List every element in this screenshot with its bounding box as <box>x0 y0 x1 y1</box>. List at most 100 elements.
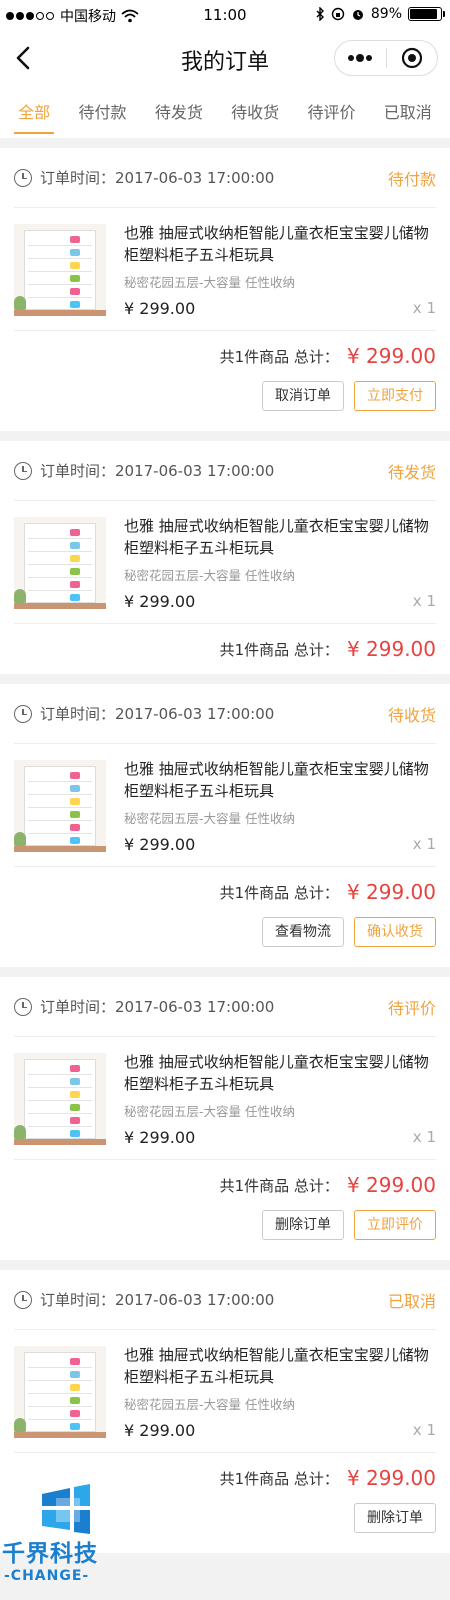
order-summary: 共1件商品 总计： ¥ 299.00 <box>14 331 436 381</box>
product-image[interactable] <box>14 517 106 609</box>
order-summary: 共1件商品 总计： ¥ 299.00 <box>14 1160 436 1210</box>
order-time: 订单时间：2017-06-03 17:00:00 <box>40 462 275 480</box>
item-price: ¥ 299.00 <box>124 592 196 611</box>
watermark-text: 千界科技 <box>2 1541 98 1567</box>
order-total: ¥ 299.00 <box>346 880 436 904</box>
plant-decoration <box>14 1125 26 1139</box>
order-time: 订单时间：2017-06-03 17:00:00 <box>40 705 275 723</box>
item-spec: 秘密花园五层-大容量 任性收纳 <box>124 1104 295 1119</box>
order-item[interactable]: 也雅 抽屉式收纳柜智能儿童衣柜宝宝婴儿储物柜塑料柜子五斗柜玩具秘密花园五层-大容… <box>14 744 436 867</box>
order-total: ¥ 299.00 <box>346 344 436 368</box>
price-row: ¥ 299.00 x 1 <box>124 1128 436 1147</box>
order-time: 订单时间：2017-06-03 17:00:00 <box>40 169 275 187</box>
order-status: 待发货 <box>387 462 436 482</box>
order-status: 已取消 <box>387 1291 436 1311</box>
order-item[interactable]: 也雅 抽屉式收纳柜智能儿童衣柜宝宝婴儿储物柜塑料柜子五斗柜玩具秘密花园五层-大容… <box>14 208 436 331</box>
clock-icon <box>14 461 32 480</box>
plant-decoration <box>14 296 26 310</box>
nav-bar: 我的订单 <box>0 30 450 88</box>
order-status: 待收货 <box>387 705 436 725</box>
cabinet-illustration <box>24 230 96 311</box>
order-action-button[interactable]: 取消订单 <box>262 381 344 411</box>
order-item[interactable]: 也雅 抽屉式收纳柜智能儿童衣柜宝宝婴儿储物柜塑料柜子五斗柜玩具 秘密花园五层-大容… <box>14 1330 436 1453</box>
item-spec: 秘密花园五层-大容量 任性收纳 <box>124 275 295 290</box>
item-name: 也雅 抽屉式收纳柜智能儿童衣柜宝宝婴儿储物柜塑料柜子五斗柜玩具 <box>124 760 429 800</box>
order-action-button[interactable]: 删除订单 <box>262 1210 344 1240</box>
watermark: 千界科技 -CHANGE- <box>0 1484 130 1600</box>
item-quantity: x 1 <box>412 835 436 853</box>
tab-1[interactable]: 待付款 <box>72 88 132 138</box>
price-row: ¥ 299.00 x 1 <box>124 1421 436 1440</box>
order-action-button[interactable]: 立即支付 <box>354 381 436 411</box>
item-info: 也雅 抽屉式收纳柜智能儿童衣柜宝宝婴儿储物柜塑料柜子五斗柜玩具 秘密花园五层-大容… <box>124 1051 436 1147</box>
item-spec: 秘密花园五层-大容量 任性收纳 <box>124 1397 295 1412</box>
product-image[interactable] <box>14 1053 106 1145</box>
plant-decoration <box>14 1418 26 1432</box>
target-icon <box>401 47 422 69</box>
order-item[interactable]: 也雅 抽屉式收纳柜智能儿童衣柜宝宝婴儿储物柜塑料柜子五斗柜玩具 秘密花园五层-大容… <box>14 1037 436 1160</box>
clock-icon <box>14 704 32 723</box>
tab-4[interactable]: 待评价 <box>301 88 361 138</box>
price-row: ¥ 299.00 x 1 <box>124 299 436 318</box>
alarm-icon <box>352 10 363 20</box>
tab-3[interactable]: 待收货 <box>225 88 285 138</box>
order-time: 订单时间：2017-06-03 17:00:00 <box>40 1291 275 1309</box>
tab-0[interactable]: 全部 <box>12 88 56 138</box>
price-row: ¥ 299.00 x 1 <box>124 592 436 611</box>
order-status: 待评价 <box>387 998 436 1018</box>
product-image[interactable] <box>14 1346 106 1438</box>
item-name: 也雅 抽屉式收纳柜智能儿童衣柜宝宝婴儿储物柜塑料柜子五斗柜玩具 <box>124 224 429 264</box>
floor <box>14 1432 106 1438</box>
logo-mark-icon <box>42 1484 90 1534</box>
tab-2[interactable]: 待发货 <box>149 88 209 138</box>
clock-icon <box>14 168 32 187</box>
item-spec: 秘密花园五层-大容量 任性收纳 <box>124 568 295 583</box>
summary-label: 共1件商品 总计： <box>219 883 339 902</box>
watermark-subtext: -CHANGE- <box>4 1568 90 1584</box>
more-button[interactable] <box>335 41 386 75</box>
floor <box>14 603 106 609</box>
order-summary: 共1件商品 总计： ¥ 299.00 <box>14 867 436 917</box>
close-miniprogram-button[interactable] <box>387 41 438 75</box>
order-action-button[interactable]: 确认收货 <box>354 917 436 947</box>
item-price: ¥ 299.00 <box>124 1128 196 1147</box>
item-spec: 秘密花园五层-大容量 任性收纳 <box>124 811 295 826</box>
order-action-button[interactable]: 立即评价 <box>354 1210 436 1240</box>
order-total: ¥ 299.00 <box>346 637 436 661</box>
order-tabs: 全部 待付款 待发货 待收货 待评价 已取消 <box>0 88 450 138</box>
order-time-row: 订单时间：2017-06-03 17:00:00 <box>14 1289 274 1310</box>
plant-decoration <box>14 589 26 603</box>
order-action-button[interactable]: 删除订单 <box>354 1503 436 1533</box>
summary-label: 共1件商品 总计： <box>219 1176 339 1195</box>
order-time-row: 订单时间：2017-06-03 17:00:00 <box>14 460 274 481</box>
battery-icon <box>408 7 445 21</box>
item-quantity: x 1 <box>412 1421 436 1439</box>
battery-percent: 89% <box>370 6 402 22</box>
item-quantity: x 1 <box>412 592 436 610</box>
item-info: 也雅 抽屉式收纳柜智能儿童衣柜宝宝婴儿储物柜塑料柜子五斗柜玩具秘密花园五层-大容… <box>124 222 436 318</box>
item-info: 也雅 抽屉式收纳柜智能儿童衣柜宝宝婴儿储物柜塑料柜子五斗柜玩具 秘密花园五层-大容… <box>124 515 436 611</box>
product-image[interactable] <box>14 760 106 852</box>
bluetooth-icon <box>316 7 324 21</box>
tab-5[interactable]: 已取消 <box>378 88 438 138</box>
clock-icon <box>14 1290 32 1309</box>
cabinet-illustration <box>24 523 96 604</box>
floor <box>14 846 106 852</box>
item-info: 也雅 抽屉式收纳柜智能儿童衣柜宝宝婴儿储物柜塑料柜子五斗柜玩具秘密花园五层-大容… <box>124 758 436 854</box>
clock-icon <box>14 997 32 1016</box>
order-card: 订单时间：2017-06-03 17:00:00 待发货也雅 抽屉式收纳柜智能儿童… <box>0 441 450 674</box>
battery-fill <box>410 9 437 19</box>
order-card: 订单时间：2017-06-03 17:00:00 待评价 也雅 抽屉式收纳柜智能儿童… <box>0 977 450 1260</box>
order-item[interactable]: 也雅 抽屉式收纳柜智能儿童衣柜宝宝婴儿储物柜塑料柜子五斗柜玩具 秘密花园五层-大容… <box>14 501 436 624</box>
summary-label: 共1件商品 总计： <box>219 640 339 659</box>
item-info: 也雅 抽屉式收纳柜智能儿童衣柜宝宝婴儿储物柜塑料柜子五斗柜玩具 秘密花园五层-大容… <box>124 1344 436 1440</box>
order-summary: 共1件商品 总计： ¥ 299.00 <box>14 624 436 674</box>
status-right: 89% <box>315 6 445 22</box>
order-total: ¥ 299.00 <box>346 1466 436 1490</box>
order-header: 订单时间：2017-06-03 17:00:00 已取消 <box>14 1270 436 1330</box>
cabinet-illustration <box>24 1352 96 1433</box>
mini-program-capsule <box>334 40 438 76</box>
more-icon <box>348 54 373 62</box>
order-action-button[interactable]: 查看物流 <box>262 917 344 947</box>
product-image[interactable] <box>14 224 106 316</box>
